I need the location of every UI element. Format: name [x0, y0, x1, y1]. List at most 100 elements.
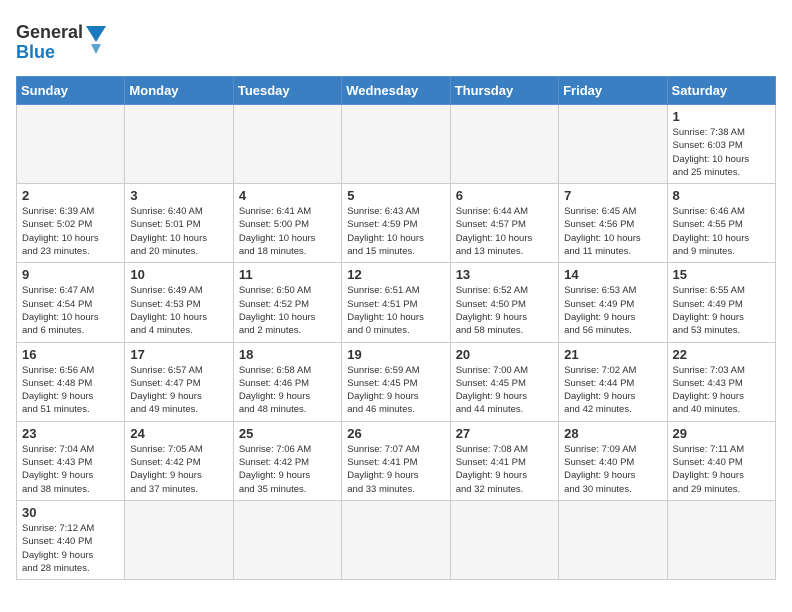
day-info: Sunrise: 6:53 AM Sunset: 4:49 PM Dayligh… — [564, 284, 661, 337]
day-info: Sunrise: 6:49 AM Sunset: 4:53 PM Dayligh… — [130, 284, 227, 337]
day-info: Sunrise: 7:12 AM Sunset: 4:40 PM Dayligh… — [22, 522, 119, 575]
calendar-cell — [559, 500, 667, 579]
calendar-cell — [233, 105, 341, 184]
day-number: 20 — [456, 347, 553, 362]
calendar-cell: 5Sunrise: 6:43 AM Sunset: 4:59 PM Daylig… — [342, 184, 450, 263]
calendar-cell: 3 Sunrise: 6:40 AM Sunset: 5:01 PM Daylig… — [125, 184, 233, 263]
calendar-cell: 21 Sunrise: 7:02 AM Sunset: 4:44 PM Dayli… — [559, 342, 667, 421]
day-number: 2 — [22, 188, 119, 203]
calendar-cell: 7Sunrise: 6:45 AM Sunset: 4:56 PM Daylig… — [559, 184, 667, 263]
calendar-cell: 24 Sunrise: 7:05 AM Sunset: 4:42 PM Dayli… — [125, 421, 233, 500]
calendar-cell: 30 Sunrise: 7:12 AM Sunset: 4:40 PM Dayli… — [17, 500, 125, 579]
logo: General Blue — [16, 16, 116, 68]
calendar-cell: 25Sunrise: 7:06 AM Sunset: 4:42 PM Dayli… — [233, 421, 341, 500]
calendar-cell: 10 Sunrise: 6:49 AM Sunset: 4:53 PM Dayli… — [125, 263, 233, 342]
day-info: Sunrise: 7:04 AM Sunset: 4:43 PM Dayligh… — [22, 443, 119, 496]
calendar-cell: 8 Sunrise: 6:46 AM Sunset: 4:55 PM Daylig… — [667, 184, 775, 263]
day-info: Sunrise: 6:55 AM Sunset: 4:49 PM Dayligh… — [673, 284, 770, 337]
day-info: Sunrise: 6:52 AM Sunset: 4:50 PM Dayligh… — [456, 284, 553, 337]
calendar-cell — [667, 500, 775, 579]
calendar-cell: 12 Sunrise: 6:51 AM Sunset: 4:51 PM Dayli… — [342, 263, 450, 342]
day-number: 25 — [239, 426, 336, 441]
calendar-cell: 13 Sunrise: 6:52 AM Sunset: 4:50 PM Dayli… — [450, 263, 558, 342]
day-info: Sunrise: 6:51 AM Sunset: 4:51 PM Dayligh… — [347, 284, 444, 337]
day-info: Sunrise: 7:08 AM Sunset: 4:41 PM Dayligh… — [456, 443, 553, 496]
day-info: Sunrise: 6:56 AM Sunset: 4:48 PM Dayligh… — [22, 364, 119, 417]
calendar-cell — [17, 105, 125, 184]
day-info: Sunrise: 7:07 AM Sunset: 4:41 PM Dayligh… — [347, 443, 444, 496]
calendar-cell: 17 Sunrise: 6:57 AM Sunset: 4:47 PM Dayli… — [125, 342, 233, 421]
calendar-cell — [450, 105, 558, 184]
day-header-tuesday: Tuesday — [233, 77, 341, 105]
day-header-saturday: Saturday — [667, 77, 775, 105]
day-number: 5 — [347, 188, 444, 203]
day-number: 23 — [22, 426, 119, 441]
day-info: Sunrise: 7:00 AM Sunset: 4:45 PM Dayligh… — [456, 364, 553, 417]
day-info: Sunrise: 6:46 AM Sunset: 4:55 PM Dayligh… — [673, 205, 770, 258]
day-info: Sunrise: 6:39 AM Sunset: 5:02 PM Dayligh… — [22, 205, 119, 258]
day-info: Sunrise: 7:05 AM Sunset: 4:42 PM Dayligh… — [130, 443, 227, 496]
day-number: 26 — [347, 426, 444, 441]
calendar-cell: 29Sunrise: 7:11 AM Sunset: 4:40 PM Dayli… — [667, 421, 775, 500]
calendar-cell: 23 Sunrise: 7:04 AM Sunset: 4:43 PM Dayli… — [17, 421, 125, 500]
calendar-week-2: 2 Sunrise: 6:39 AM Sunset: 5:02 PM Daylig… — [17, 184, 776, 263]
calendar-cell: 20 Sunrise: 7:00 AM Sunset: 4:45 PM Dayli… — [450, 342, 558, 421]
day-info: Sunrise: 6:45 AM Sunset: 4:56 PM Dayligh… — [564, 205, 661, 258]
day-info: Sunrise: 7:02 AM Sunset: 4:44 PM Dayligh… — [564, 364, 661, 417]
day-info: Sunrise: 6:40 AM Sunset: 5:01 PM Dayligh… — [130, 205, 227, 258]
calendar-cell: 14Sunrise: 6:53 AM Sunset: 4:49 PM Dayli… — [559, 263, 667, 342]
calendar-cell: 18Sunrise: 6:58 AM Sunset: 4:46 PM Dayli… — [233, 342, 341, 421]
day-number: 3 — [130, 188, 227, 203]
day-number: 8 — [673, 188, 770, 203]
calendar-cell: 2 Sunrise: 6:39 AM Sunset: 5:02 PM Daylig… — [17, 184, 125, 263]
day-number: 6 — [456, 188, 553, 203]
calendar-cell — [342, 500, 450, 579]
day-number: 17 — [130, 347, 227, 362]
day-number: 11 — [239, 267, 336, 282]
svg-text:General: General — [16, 22, 83, 42]
day-number: 1 — [673, 109, 770, 124]
calendar-week-5: 23 Sunrise: 7:04 AM Sunset: 4:43 PM Dayli… — [17, 421, 776, 500]
calendar-cell: 9 Sunrise: 6:47 AM Sunset: 4:54 PM Daylig… — [17, 263, 125, 342]
day-number: 22 — [673, 347, 770, 362]
calendar-cell: 27 Sunrise: 7:08 AM Sunset: 4:41 PM Dayli… — [450, 421, 558, 500]
calendar-cell: 16 Sunrise: 6:56 AM Sunset: 4:48 PM Dayli… — [17, 342, 125, 421]
day-header-monday: Monday — [125, 77, 233, 105]
day-info: Sunrise: 6:44 AM Sunset: 4:57 PM Dayligh… — [456, 205, 553, 258]
day-header-friday: Friday — [559, 77, 667, 105]
day-info: Sunrise: 6:57 AM Sunset: 4:47 PM Dayligh… — [130, 364, 227, 417]
calendar-week-4: 16 Sunrise: 6:56 AM Sunset: 4:48 PM Dayli… — [17, 342, 776, 421]
logo-svg: General Blue — [16, 16, 116, 68]
day-number: 24 — [130, 426, 227, 441]
calendar-cell: 22Sunrise: 7:03 AM Sunset: 4:43 PM Dayli… — [667, 342, 775, 421]
day-number: 16 — [22, 347, 119, 362]
day-info: Sunrise: 6:59 AM Sunset: 4:45 PM Dayligh… — [347, 364, 444, 417]
day-number: 19 — [347, 347, 444, 362]
svg-text:Blue: Blue — [16, 42, 55, 62]
calendar-cell: 15 Sunrise: 6:55 AM Sunset: 4:49 PM Dayli… — [667, 263, 775, 342]
calendar-cell: 4Sunrise: 6:41 AM Sunset: 5:00 PM Daylig… — [233, 184, 341, 263]
day-info: Sunrise: 7:38 AM Sunset: 6:03 PM Dayligh… — [673, 126, 770, 179]
day-number: 4 — [239, 188, 336, 203]
day-number: 30 — [22, 505, 119, 520]
day-info: Sunrise: 6:50 AM Sunset: 4:52 PM Dayligh… — [239, 284, 336, 337]
day-number: 12 — [347, 267, 444, 282]
day-number: 27 — [456, 426, 553, 441]
day-number: 29 — [673, 426, 770, 441]
day-number: 15 — [673, 267, 770, 282]
calendar-cell: 19 Sunrise: 6:59 AM Sunset: 4:45 PM Dayli… — [342, 342, 450, 421]
calendar-week-6: 30 Sunrise: 7:12 AM Sunset: 4:40 PM Dayli… — [17, 500, 776, 579]
calendar-cell — [233, 500, 341, 579]
calendar-cell: 28Sunrise: 7:09 AM Sunset: 4:40 PM Dayli… — [559, 421, 667, 500]
day-info: Sunrise: 6:47 AM Sunset: 4:54 PM Dayligh… — [22, 284, 119, 337]
day-number: 10 — [130, 267, 227, 282]
day-number: 9 — [22, 267, 119, 282]
calendar-cell — [450, 500, 558, 579]
day-number: 21 — [564, 347, 661, 362]
day-info: Sunrise: 7:09 AM Sunset: 4:40 PM Dayligh… — [564, 443, 661, 496]
day-header-wednesday: Wednesday — [342, 77, 450, 105]
day-number: 13 — [456, 267, 553, 282]
calendar-cell: 6 Sunrise: 6:44 AM Sunset: 4:57 PM Daylig… — [450, 184, 558, 263]
calendar-cell: 26 Sunrise: 7:07 AM Sunset: 4:41 PM Dayli… — [342, 421, 450, 500]
calendar-cell — [342, 105, 450, 184]
